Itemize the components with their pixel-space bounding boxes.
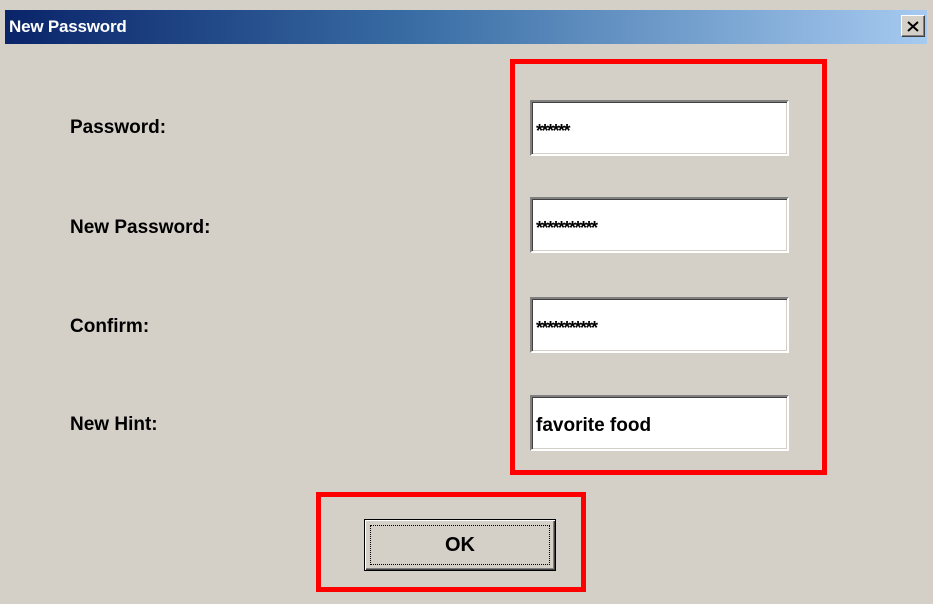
password-field[interactable] <box>530 100 789 156</box>
close-icon <box>907 20 919 32</box>
new-password-field[interactable] <box>530 197 789 253</box>
ok-button[interactable]: OK <box>364 519 556 571</box>
hint-field[interactable] <box>530 395 789 451</box>
ok-button-label: OK <box>445 533 475 556</box>
new-password-label: New Password: <box>70 217 211 238</box>
title-bar[interactable]: New Password <box>5 10 927 44</box>
confirm-label: Confirm: <box>70 316 150 337</box>
new-password-dialog: New Password Password: New Password: Con… <box>0 0 933 604</box>
password-label: Password: <box>70 117 167 138</box>
confirm-password-field[interactable] <box>530 297 789 353</box>
close-button[interactable] <box>901 15 925 37</box>
window-title: New Password <box>9 17 127 36</box>
hint-label: New Hint: <box>70 414 158 435</box>
